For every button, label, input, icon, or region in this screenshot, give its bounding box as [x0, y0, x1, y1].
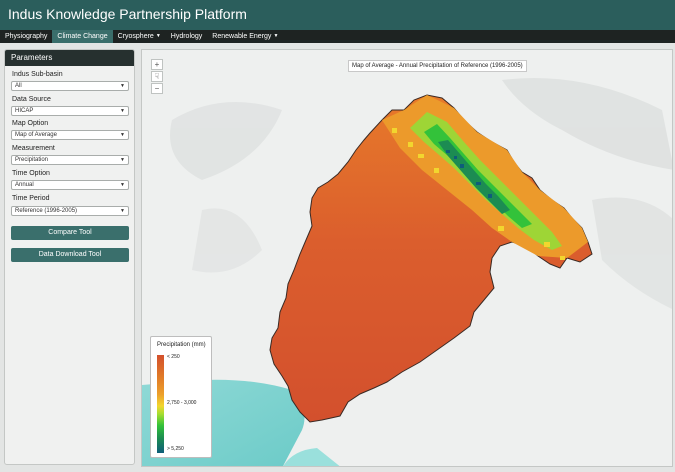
measurement-label: Measurement	[12, 145, 55, 152]
measurement-value: Precipitation	[15, 157, 49, 163]
map-option-value: Map of Average	[15, 132, 57, 138]
sub-basin-select[interactable]: All ▼	[11, 81, 129, 91]
legend-label-low: < 250	[167, 354, 180, 360]
nav-hydrology-label: Hydrology	[170, 33, 203, 40]
time-period-value: Reference (1996-2005)	[15, 208, 78, 214]
nav-physiography[interactable]: Physiography	[0, 30, 52, 43]
data-source-label: Data Source	[12, 96, 51, 103]
time-period-label: Time Period	[12, 195, 50, 202]
precipitation-map[interactable]	[142, 50, 673, 467]
time-option-label: Time Option	[12, 170, 50, 177]
legend-label-mid: 2,750 - 3,000	[167, 400, 197, 406]
map-option-label: Map Option	[12, 120, 49, 127]
app-title: Indus Knowledge Partnership Platform	[8, 6, 247, 22]
chevron-down-icon: ▼	[120, 208, 125, 214]
precipitation-legend: Precipitation (mm) < 250 2,750 - 3,000 >…	[150, 336, 212, 458]
legend-label-high: > 5,250	[167, 446, 184, 452]
sub-basin-value: All	[15, 83, 22, 89]
nav-climate-change-label: Climate Change	[57, 33, 108, 40]
nav-physiography-label: Physiography	[5, 33, 48, 40]
zoom-out-button[interactable]: −	[151, 83, 163, 94]
chevron-down-icon: ▼	[155, 33, 161, 39]
map-option-select[interactable]: Map of Average ▼	[11, 130, 129, 140]
time-option-select[interactable]: Annual ▼	[11, 180, 129, 190]
data-download-button[interactable]: Data Download Tool	[11, 248, 129, 262]
chevron-down-icon: ▼	[273, 33, 279, 39]
nav-hydrology[interactable]: Hydrology	[166, 30, 208, 43]
chevron-down-icon: ▼	[120, 108, 125, 114]
nav-cryosphere-label: Cryosphere	[117, 33, 154, 40]
app-header: Indus Knowledge Partnership Platform	[0, 0, 675, 30]
zoom-in-button[interactable]: +	[151, 59, 163, 70]
parameters-panel: Parameters Indus Sub-basin All ▼ Data So…	[4, 49, 135, 465]
chevron-down-icon: ▼	[120, 132, 125, 138]
chevron-down-icon: ▼	[120, 157, 125, 163]
chevron-down-icon: ▼	[120, 182, 125, 188]
nav-climate-change[interactable]: Climate Change	[52, 30, 113, 43]
data-source-value: HICAP	[15, 108, 34, 114]
chevron-down-icon: ▼	[120, 83, 125, 89]
nav-cryosphere[interactable]: Cryosphere ▼	[113, 30, 166, 43]
nav-renewable-energy-label: Renewable Energy	[212, 33, 272, 40]
pan-hand-icon[interactable]: ☟	[151, 71, 163, 82]
sub-basin-label: Indus Sub-basin	[12, 71, 63, 78]
time-period-select[interactable]: Reference (1996-2005) ▼	[11, 206, 129, 216]
legend-title: Precipitation (mm)	[157, 342, 206, 348]
nav-renewable-energy[interactable]: Renewable Energy ▼	[207, 30, 283, 43]
legend-color-ramp	[157, 355, 164, 453]
main-navbar: Physiography Climate Change Cryosphere ▼ …	[0, 30, 675, 43]
panel-title: Parameters	[5, 50, 134, 66]
compare-tool-button[interactable]: Compare Tool	[11, 226, 129, 240]
data-source-select[interactable]: HICAP ▼	[11, 106, 129, 116]
map-view[interactable]: + ☟ − Map of Average - Annual Precipitat…	[141, 49, 673, 467]
measurement-select[interactable]: Precipitation ▼	[11, 155, 129, 165]
time-option-value: Annual	[15, 182, 34, 188]
map-title: Map of Average - Annual Precipitation of…	[348, 60, 527, 72]
